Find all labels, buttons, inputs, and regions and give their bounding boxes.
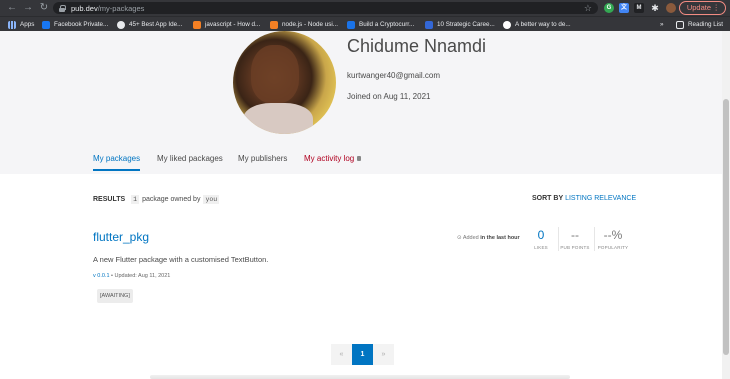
- pagination-prev-button[interactable]: «: [331, 344, 352, 365]
- package-name-link[interactable]: flutter_pkg: [93, 230, 149, 244]
- profile-tabs: My packages My liked packages My publish…: [0, 152, 722, 174]
- bookmark-label: A better way to de...: [515, 21, 571, 28]
- bookmark-label: 45+ Best App Ide...: [129, 21, 183, 28]
- bookmark-app-ideas[interactable]: 45+ Best App Ide...: [117, 19, 182, 30]
- url-host: pub.dev: [71, 3, 98, 13]
- results-summary: RESULTS 1 package owned by you: [93, 195, 222, 204]
- reading-list-label: Reading List: [688, 21, 724, 28]
- back-icon[interactable]: ←: [6, 2, 18, 14]
- reload-icon[interactable]: ↻: [38, 2, 50, 14]
- profile-avatar-icon[interactable]: [666, 3, 676, 13]
- footer-edge: [150, 375, 570, 379]
- bookmark-label: javascript - How d...: [205, 21, 261, 28]
- pub-points-label: PUB POINTS: [560, 245, 590, 250]
- scrollbar-thumb[interactable]: [723, 99, 729, 355]
- avatar-shirt: [243, 103, 313, 134]
- bookmark-javascript[interactable]: javascript - How d...: [193, 19, 260, 30]
- pagination: « 1 »: [331, 344, 394, 365]
- lock-icon: [357, 156, 362, 162]
- avatar-face: [251, 45, 299, 103]
- bookmark-career[interactable]: 10 Strategic Caree...: [425, 19, 495, 30]
- bookmark-label: node.js - Node usi...: [282, 21, 339, 28]
- profile-header: Chidume Nnamdi kurtwanger40@gmail.com Jo…: [0, 31, 722, 174]
- tab-my-packages[interactable]: My packages: [93, 154, 141, 171]
- reading-list-icon: [676, 20, 684, 29]
- added-prefix: ⊙ Added: [457, 235, 481, 241]
- url-text: pub.dev/my-packages: [71, 4, 144, 13]
- package-description: A new Flutter package with a customised …: [93, 255, 269, 264]
- pub-points-score: -- PUB POINTS: [558, 227, 592, 250]
- update-button[interactable]: Update ⋮: [678, 1, 726, 15]
- likes-score: 0 LIKES: [524, 227, 558, 250]
- site-favicon-icon: [117, 20, 125, 29]
- bookmark-nodejs[interactable]: node.js - Node usi...: [270, 19, 338, 30]
- sort-dropdown[interactable]: LISTING RELEVANCE: [565, 195, 636, 202]
- stackoverflow-icon: [193, 20, 201, 29]
- tab-label: My activity log: [304, 154, 355, 163]
- grammarly-extension-icon[interactable]: G: [604, 3, 614, 13]
- medium-extension-icon[interactable]: M: [634, 3, 644, 13]
- menu-dots-icon: ⋮: [712, 3, 721, 12]
- results-owner: you: [203, 195, 220, 204]
- bookmark-star-icon[interactable]: ☆: [584, 2, 592, 14]
- update-label: Update: [686, 3, 711, 12]
- popularity-label: POPULARITY: [597, 245, 629, 250]
- bookmarks-bar: Apps Facebook Private... 45+ Best App Id…: [0, 16, 730, 31]
- stackoverflow-icon: [270, 20, 278, 29]
- likes-value: 0: [537, 228, 545, 242]
- tab-my-publishers[interactable]: My publishers: [238, 154, 287, 163]
- pub-points-value: --: [571, 228, 579, 242]
- bookmark-apps[interactable]: Apps: [8, 19, 34, 30]
- bookmark-label: Build a Cryptocurr...: [359, 21, 415, 28]
- profile-name: Chidume Nnamdi: [347, 36, 487, 56]
- package-updated: • Updated: Aug 11, 2021: [109, 273, 171, 279]
- likes-label: LIKES: [534, 245, 548, 250]
- tab-my-liked-packages[interactable]: My liked packages: [157, 154, 223, 163]
- bookmark-label: Facebook Private...: [54, 21, 109, 28]
- reading-list-button[interactable]: Reading List: [676, 19, 723, 30]
- forward-icon[interactable]: →: [22, 2, 34, 14]
- bookmark-label: 10 Strategic Caree...: [437, 21, 495, 28]
- package-status-tag[interactable]: [AWAITING]: [97, 289, 133, 303]
- site-favicon-icon: [503, 20, 511, 29]
- bookmark-label: Apps: [20, 21, 35, 28]
- results-count: 1: [131, 195, 140, 204]
- sort-label: SORT BY: [532, 195, 564, 202]
- bookmarks-overflow-button[interactable]: »: [660, 19, 664, 30]
- site-favicon-icon: [347, 20, 355, 29]
- bookmark-better-way[interactable]: A better way to de...: [503, 19, 571, 30]
- pagination-page-1[interactable]: 1: [352, 344, 373, 365]
- site-favicon-icon: [425, 20, 433, 29]
- page-scrollbar[interactable]: [722, 31, 730, 379]
- profile-email: kurtwanger40@gmail.com: [347, 71, 441, 80]
- browser-toolbar: ← → ↻ pub.dev/my-packages ☆ G 文 M ✱ Upda…: [0, 0, 730, 16]
- popularity-value: --%: [603, 228, 623, 242]
- translate-extension-icon[interactable]: 文: [619, 3, 629, 13]
- profile-joined-date: Joined on Aug 11, 2021: [347, 92, 431, 101]
- url-path: /my-packages: [97, 3, 145, 13]
- package-added-info: ⊙ Added in the last hour: [457, 235, 520, 241]
- chevron-double-icon: »: [660, 21, 664, 28]
- added-when: in the last hour: [480, 235, 520, 241]
- tab-my-activity-log[interactable]: My activity log: [304, 154, 362, 163]
- apps-grid-icon: [8, 20, 16, 29]
- facebook-icon: [42, 20, 50, 29]
- score-divider: [594, 227, 595, 251]
- package-meta: v 0.0.1 • Updated: Aug 11, 2021: [93, 273, 170, 279]
- extensions-puzzle-icon[interactable]: ✱: [650, 3, 660, 13]
- popularity-score: --% POPULARITY: [596, 227, 630, 250]
- user-avatar: [233, 31, 336, 134]
- bookmark-cryptocurrency[interactable]: Build a Cryptocurr...: [347, 19, 414, 30]
- lock-icon: [59, 4, 66, 12]
- bookmark-facebook[interactable]: Facebook Private...: [42, 19, 108, 30]
- address-bar[interactable]: pub.dev/my-packages ☆: [53, 2, 598, 14]
- package-version-link[interactable]: v 0.0.1: [93, 273, 110, 279]
- sort-control: SORT BY LISTING RELEVANCE: [532, 195, 636, 202]
- results-label: RESULTS: [93, 196, 126, 203]
- pagination-next-button[interactable]: »: [373, 344, 394, 365]
- results-text: package owned by: [142, 196, 201, 203]
- page-content: Chidume Nnamdi kurtwanger40@gmail.com Jo…: [0, 31, 722, 379]
